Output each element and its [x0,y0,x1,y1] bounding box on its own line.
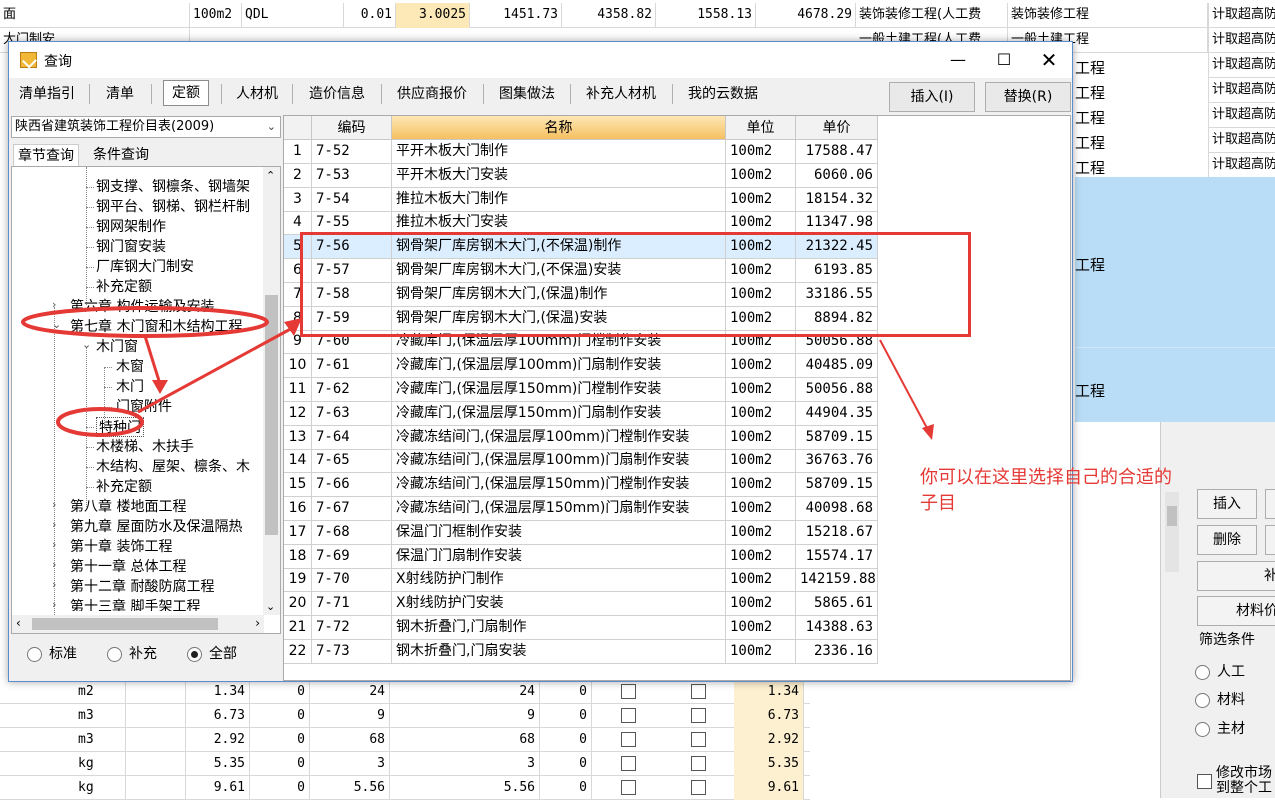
arrow-line [137,324,297,414]
annotation-line: 你可以在这里选择自己的合适的 [920,467,1172,488]
annotation-text: 你可以在这里选择自己的合适的 子目 [920,465,1172,517]
chapter-7-circle [21,306,269,338]
special-door-circle [56,407,144,437]
arrow-line [143,335,162,385]
annotation-overlay [21,306,934,440]
arrow-head-icon [152,380,168,394]
annotation-line: 子目 [920,493,956,514]
arrow-head-icon [922,424,934,440]
arrow-head-icon [284,318,302,336]
arrow-line [879,339,929,431]
